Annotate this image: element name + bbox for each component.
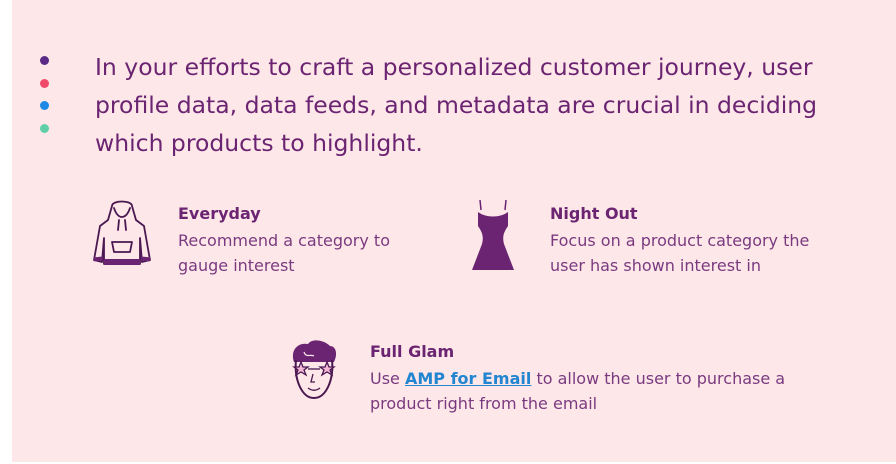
item-description: Use AMP for Email to allow the user to p…	[370, 366, 790, 416]
dress-icon	[470, 198, 516, 276]
dot-purple	[40, 56, 49, 65]
desc-before: Use	[370, 369, 405, 388]
item-description: Focus on a product category the user has…	[550, 231, 810, 275]
item-everyday: Everyday Recommend a category to gauge i…	[90, 198, 450, 278]
item-full-glam: Full Glam Use AMP for Email to allow the…	[284, 336, 804, 426]
item-title: Full Glam	[370, 342, 455, 361]
dot-green	[40, 124, 49, 133]
intro-text: In your efforts to craft a personalized …	[95, 53, 818, 157]
amp-for-email-link[interactable]: AMP for Email	[405, 369, 531, 388]
dot-pink	[40, 79, 49, 88]
hoodie-icon	[90, 198, 154, 274]
dot-blue	[40, 101, 49, 110]
item-title: Night Out	[550, 204, 638, 223]
item-night-out: Night Out Focus on a product category th…	[470, 198, 850, 278]
item-description: Recommend a category to gauge interest	[178, 231, 390, 275]
item-title: Everyday	[178, 204, 261, 223]
glam-face-icon	[284, 336, 344, 406]
